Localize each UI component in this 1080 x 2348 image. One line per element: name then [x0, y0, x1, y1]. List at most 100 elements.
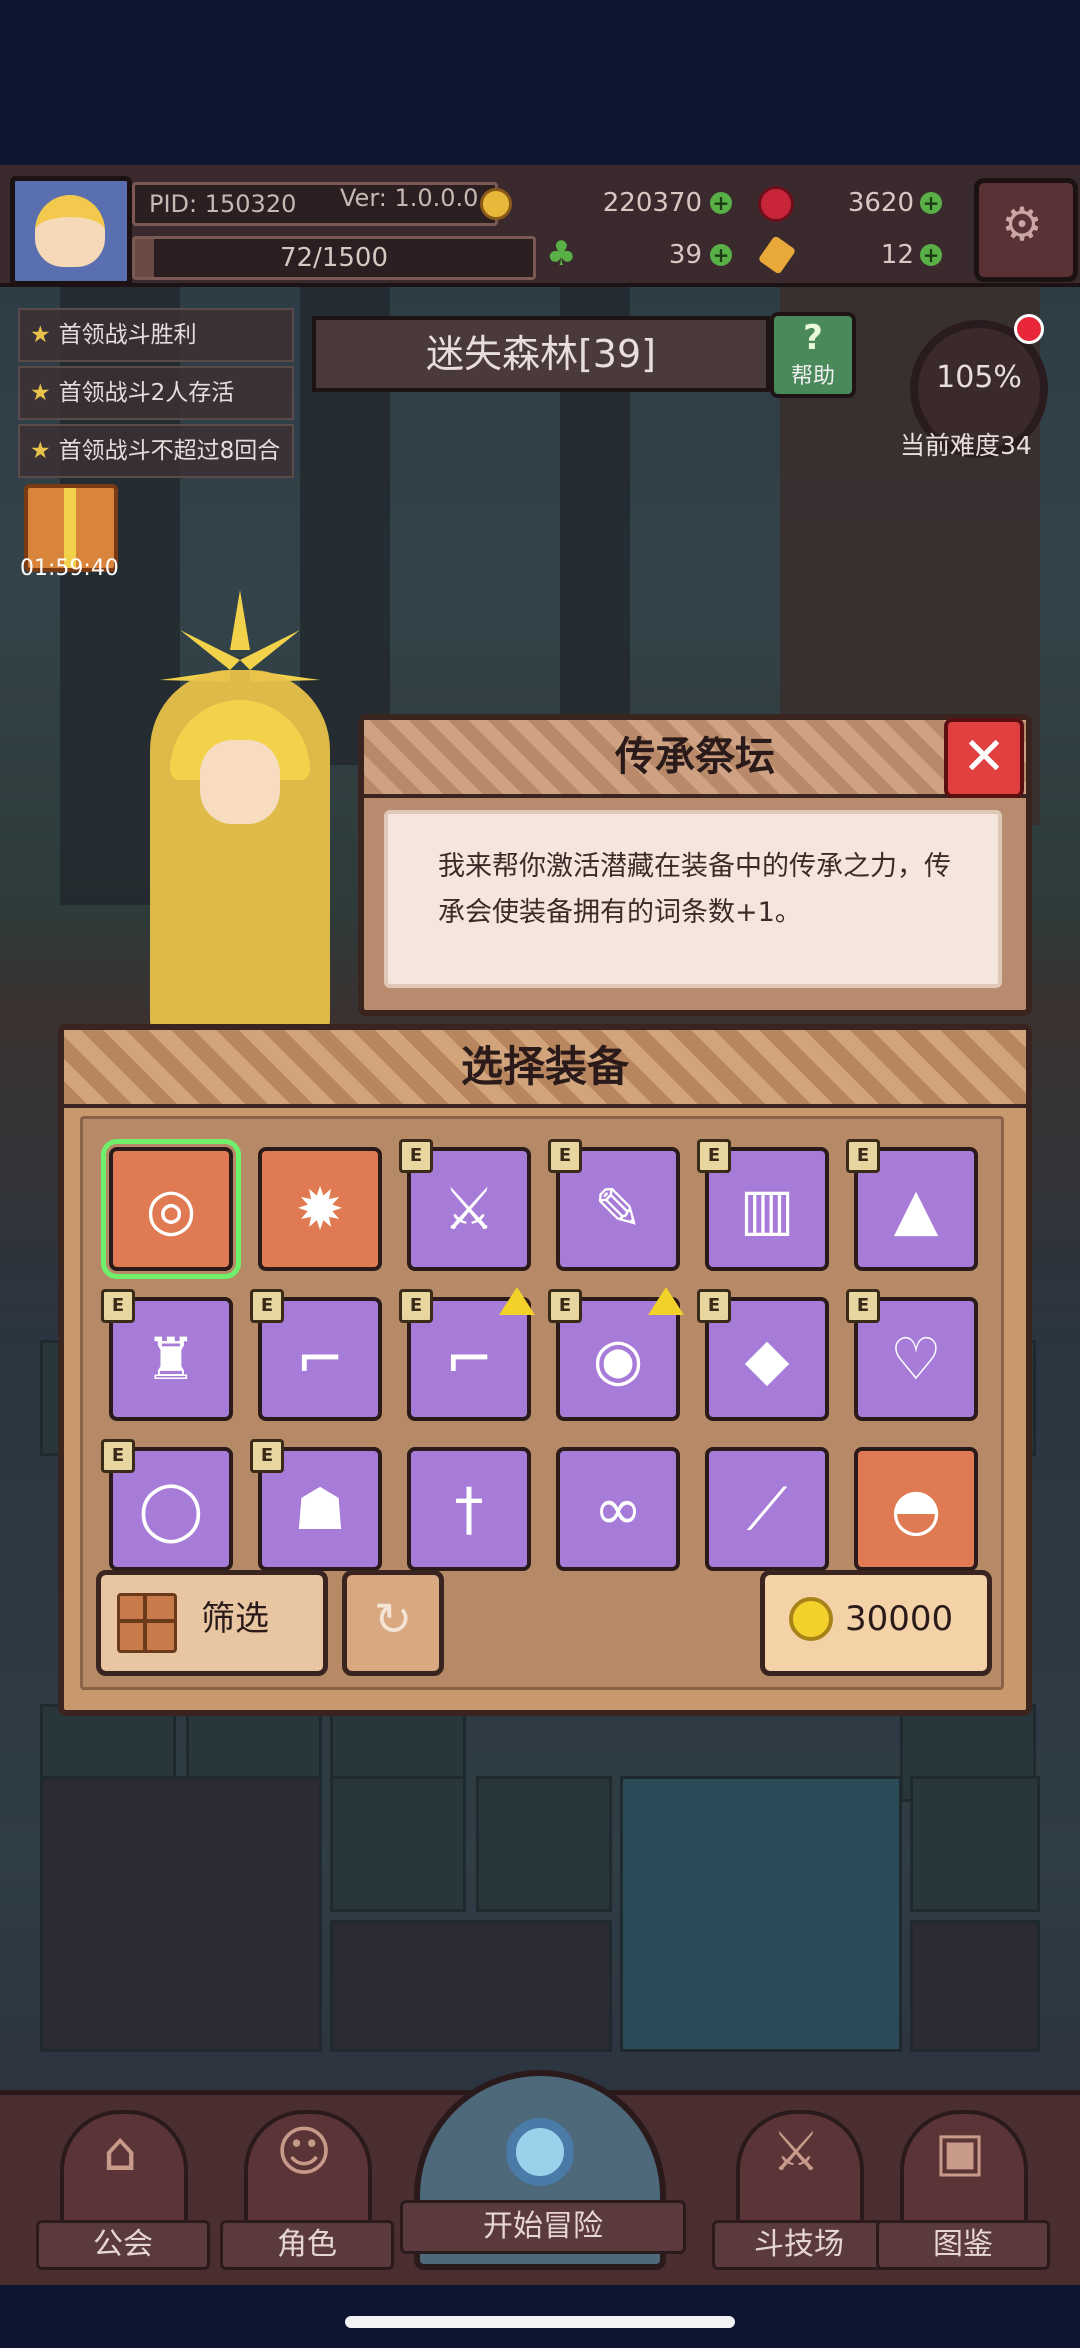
altar-description: 我来帮你激活潜藏在装备中的传承之力，传承会使装备拥有的词条数+1。	[438, 851, 951, 928]
nav-arena[interactable]: ⚔ 斗技场	[712, 2110, 886, 2270]
board-tile	[40, 1776, 322, 2052]
board-tile	[476, 1776, 612, 1912]
codex-icon: ▣	[934, 2120, 986, 2183]
equipment-slot[interactable]: ✹	[258, 1147, 382, 1271]
dagger-icon: ⟋	[746, 1475, 788, 1543]
equipment-slot[interactable]: ◆ E	[697, 1289, 829, 1421]
equipment-slot[interactable]: ⌐ E	[250, 1289, 382, 1421]
stage-title: 迷失森林[39]	[312, 316, 770, 392]
nav-guild[interactable]: ⌂ 公会	[36, 2110, 210, 2270]
jade-necklace-icon: ♡	[890, 1325, 942, 1393]
confirm-cost-button[interactable]: 30000	[760, 1570, 992, 1676]
equipped-badge-icon: E	[548, 1139, 582, 1173]
equipped-badge-icon: E	[101, 1439, 135, 1473]
board-tile	[620, 1776, 902, 2052]
nav-character[interactable]: ☺ 角色	[220, 2110, 394, 2270]
nav-codex[interactable]: ▣ 图鉴	[876, 2110, 1050, 2270]
clover-currency-icon: ♣	[546, 234, 577, 274]
equipment-slot[interactable]: ◉ E	[548, 1287, 684, 1421]
clover-amount: 39	[668, 240, 702, 270]
quest-item: ★ 首领战斗胜利	[18, 308, 294, 362]
short-sword-icon: †	[454, 1475, 484, 1543]
golden-emblem-icon: ◆	[744, 1325, 790, 1393]
cost-value: 30000	[845, 1599, 954, 1639]
help-button[interactable]: ? 帮助	[770, 312, 856, 398]
equipment-slot[interactable]: ▲ E	[846, 1139, 978, 1271]
add-gold-icon[interactable]: +	[710, 192, 732, 214]
pid-text: PID: 150320	[149, 190, 297, 218]
gold-coin-icon	[480, 188, 512, 220]
equipment-slot[interactable]: ♜ E	[101, 1289, 233, 1421]
version-text: Ver: 1.0.0.0	[340, 184, 479, 212]
filter-button[interactable]: 筛选	[96, 1570, 328, 1676]
golden-amulet-icon: ◉	[592, 1325, 644, 1393]
emerald-ring-icon: ◯	[138, 1475, 204, 1543]
nav-adventure-label: 开始冒险	[400, 2200, 686, 2254]
quest-item: ★ 首领战斗不超过8回合	[18, 424, 294, 478]
star-icon: ★	[30, 380, 51, 406]
help-label: 帮助	[790, 364, 835, 389]
settings-button[interactable]: ⚙	[974, 178, 1078, 282]
add-gem-icon[interactable]: +	[920, 192, 942, 214]
equipment-slot[interactable]: ⟋	[705, 1447, 829, 1571]
guild-icon: ⌂	[102, 2120, 138, 2183]
quiver-icon: ▥	[739, 1175, 795, 1243]
gold-coin-icon	[789, 1597, 833, 1641]
avatar-face	[35, 195, 105, 267]
equipment-slot[interactable]: ▥ E	[697, 1139, 829, 1271]
player-avatar[interactable]	[10, 176, 132, 286]
equipment-slot[interactable]: ✎ E	[548, 1139, 680, 1271]
robe-icon: ♜	[145, 1325, 197, 1393]
notification-dot-icon	[1014, 314, 1044, 344]
whip-icon: ∞	[593, 1475, 643, 1543]
equipment-slot[interactable]: ⌐ E	[399, 1287, 535, 1421]
board-tile	[910, 1776, 1040, 1912]
magnifier-icon	[506, 2118, 574, 2186]
equipped-badge-icon: E	[250, 1289, 284, 1323]
star-icon: ★	[30, 438, 51, 464]
equipment-title: 选择装备	[460, 1042, 629, 1091]
equipped-badge-icon: E	[399, 1289, 433, 1323]
character-face	[200, 740, 280, 824]
inheritance-altar-panel: 传承祭坛 我来帮你激活潜藏在装备中的传承之力，传承会使装备拥有的词条数+1。	[358, 714, 1032, 1016]
nav-guild-label: 公会	[36, 2220, 210, 2270]
home-indicator[interactable]	[345, 2316, 735, 2328]
board-tile	[330, 1776, 466, 1912]
equipped-badge-icon: E	[846, 1289, 880, 1323]
equipment-slot[interactable]: ◎	[101, 1139, 241, 1279]
gold-amount: 220370	[602, 188, 702, 218]
character-icon: ☺	[275, 2120, 333, 2183]
gem-amount: 3620	[847, 188, 914, 218]
equipment-slot[interactable]: ⚔ E	[399, 1139, 531, 1271]
equipped-badge-icon: E	[697, 1139, 731, 1173]
quest-label: 首领战斗2人存活	[58, 380, 235, 406]
equipped-badge-icon: E	[250, 1439, 284, 1473]
add-clover-icon[interactable]: +	[710, 244, 732, 266]
equipment-header: 选择装备	[64, 1030, 1026, 1108]
close-button[interactable]: ✕	[944, 718, 1024, 798]
equipment-slot[interactable]: †	[407, 1447, 531, 1571]
exp-bar: 72/1500	[132, 236, 536, 280]
equipment-slot[interactable]: ♡ E	[846, 1289, 978, 1421]
exp-text: 72/1500	[279, 243, 388, 273]
armored-boots-icon: ⌐	[444, 1325, 494, 1393]
nav-start-adventure[interactable]: 开始冒险	[400, 2070, 686, 2280]
gift-timer: 01:59:40	[20, 556, 119, 581]
equipment-slot[interactable]: ☗ E	[250, 1439, 382, 1571]
add-key-icon[interactable]: +	[920, 244, 942, 266]
boots-icon: ⌐	[295, 1325, 345, 1393]
equipment-slot[interactable]: ◓	[854, 1447, 978, 1571]
greatsword-icon: ⚔	[443, 1175, 495, 1243]
upgrade-arrow-icon	[648, 1287, 684, 1315]
filter-grid-icon	[117, 1593, 177, 1653]
nav-codex-label: 图鉴	[876, 2220, 1050, 2270]
witch-hat-icon: ▲	[893, 1175, 939, 1243]
help-icon: ?	[803, 318, 823, 358]
board-tile	[330, 1920, 612, 2052]
equipment-slot[interactable]: ◯ E	[101, 1439, 233, 1571]
quest-label: 首领战斗不超过8回合	[58, 438, 281, 464]
refresh-button[interactable]: ↻	[342, 1570, 444, 1676]
equipment-slot[interactable]: ∞	[556, 1447, 680, 1571]
star-icon: ★	[30, 322, 51, 348]
equipped-badge-icon: E	[399, 1139, 433, 1173]
